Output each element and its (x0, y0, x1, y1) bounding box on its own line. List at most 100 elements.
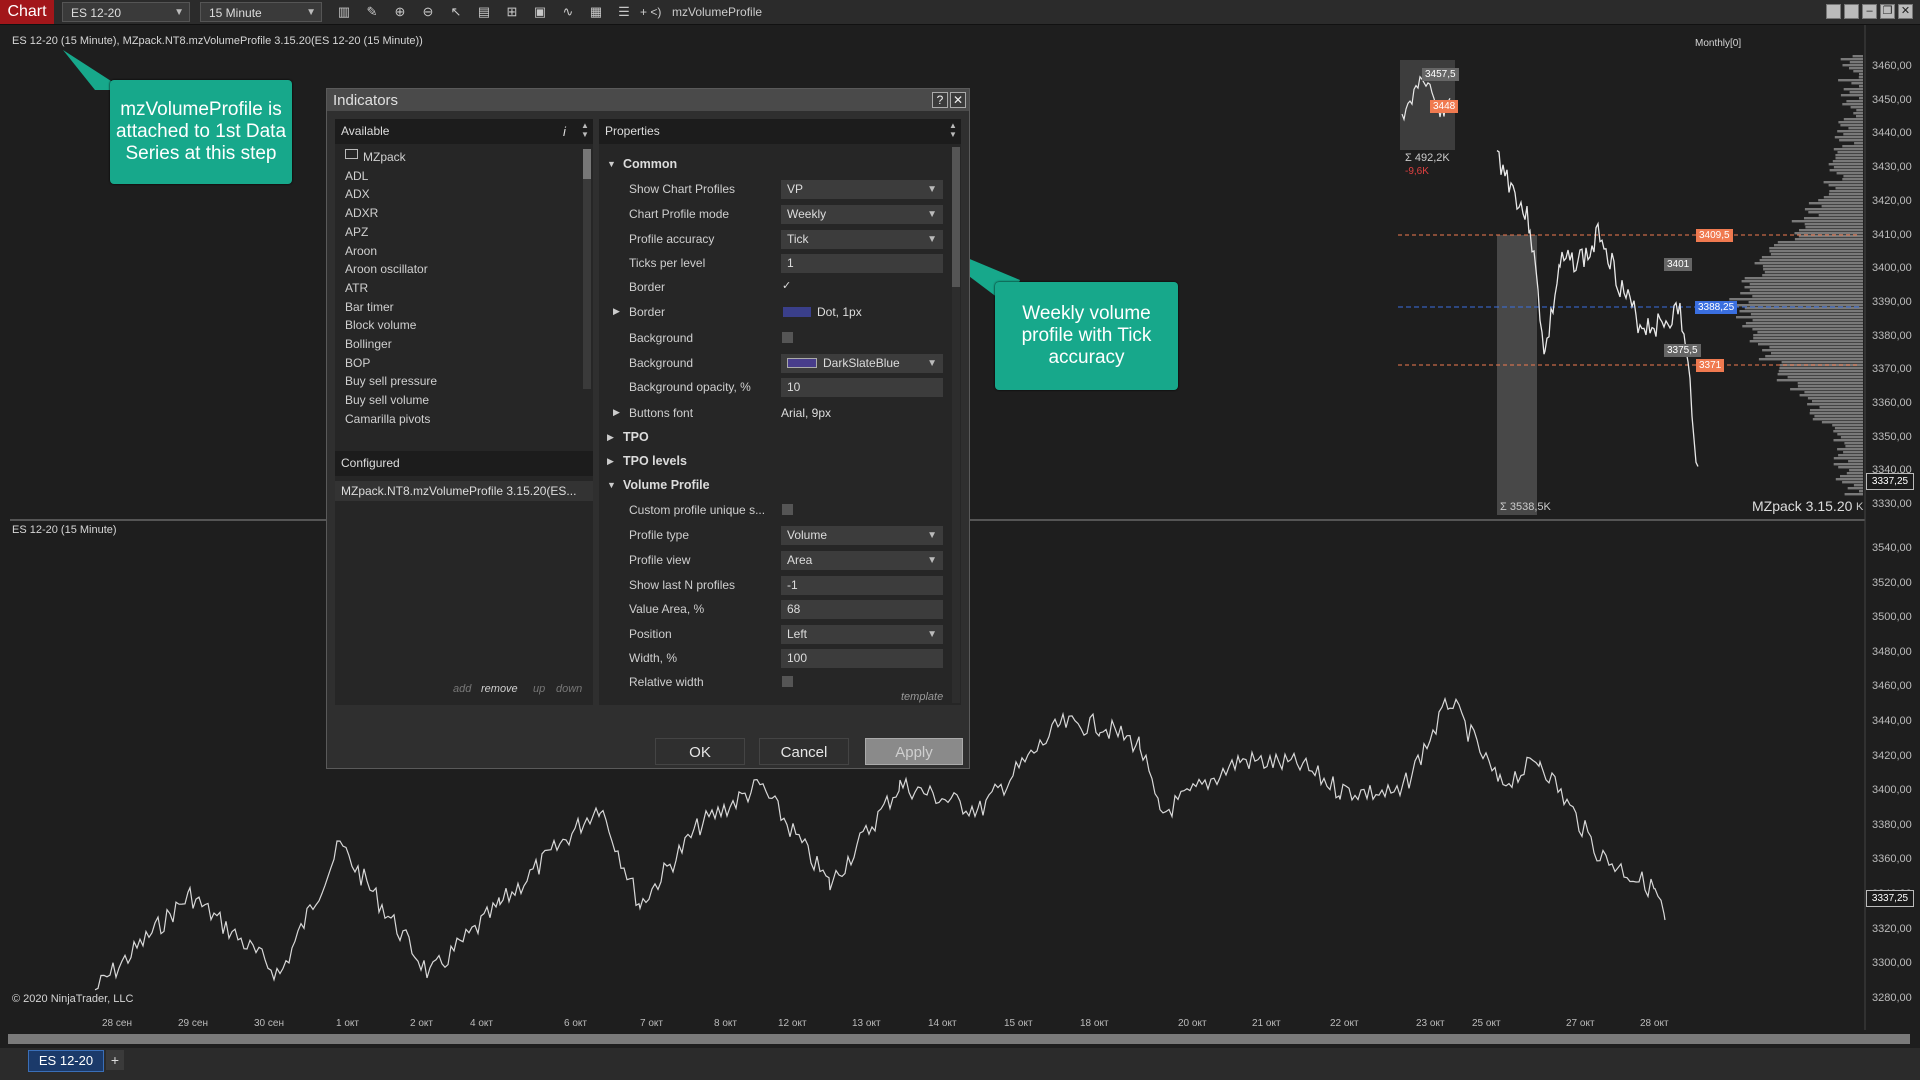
width-input[interactable]: 100 (781, 649, 943, 668)
dialog-titlebar[interactable]: Indicators ? ✕ (327, 89, 969, 111)
profile-type-select[interactable]: Volume ▼ (781, 526, 943, 545)
ticks-per-level-input[interactable]: 1 (781, 254, 943, 273)
zoom-in-icon[interactable]: ⊕ (392, 4, 408, 20)
chart-menu-button[interactable]: Chart (0, 0, 54, 24)
properties-header: Properties (599, 119, 961, 144)
background-opacity-input[interactable]: 10 (781, 378, 943, 397)
strategy-icon[interactable]: ▣ (532, 4, 548, 20)
available-folder-mzpack[interactable]: MZpack (363, 150, 406, 164)
available-item[interactable]: Bollinger (345, 337, 392, 351)
properties-icon[interactable]: ☰ (616, 4, 632, 20)
available-item[interactable]: ADL (345, 169, 368, 183)
help-icon[interactable]: ? (932, 92, 948, 108)
available-item[interactable]: ATR (345, 281, 368, 295)
window-link-icon[interactable]: ⊞ (504, 4, 520, 20)
window-option-icon[interactable] (1844, 4, 1859, 19)
relative-width-checkbox[interactable] (782, 676, 793, 687)
up-link[interactable]: up (533, 683, 545, 695)
border-checkbox[interactable]: ✓ (782, 279, 791, 292)
group-common[interactable]: Common (623, 157, 677, 171)
background-color-select[interactable]: DarkSlateBlue ▼ (781, 354, 943, 373)
profile-view-label: Profile view (629, 553, 691, 567)
available-item[interactable]: Camarilla pivots (345, 412, 430, 426)
instrument-tab[interactable]: ES 12-20 (28, 1050, 104, 1072)
available-item[interactable]: APZ (345, 225, 368, 239)
close-icon[interactable]: ✕ (1898, 4, 1913, 19)
available-item[interactable]: ADXR (345, 206, 378, 220)
chart-trader-icon[interactable]: ▦ (588, 4, 604, 20)
sort-arrows-icon[interactable]: ▲ ▼ (581, 121, 589, 139)
price-tick: 3440,00 (1872, 127, 1912, 140)
indicator-icon[interactable]: ∿ (560, 4, 576, 20)
border-color-swatch[interactable] (783, 307, 811, 317)
position-select[interactable]: Left ▼ (781, 625, 943, 644)
window-option-icon[interactable] (1826, 4, 1841, 19)
bar-type-icon[interactable]: ▥ (336, 4, 352, 20)
add-data-series-button[interactable]: + <) (640, 5, 661, 19)
collapsed-caret-icon[interactable]: ▶ (613, 306, 620, 317)
chart-profile-mode-select[interactable]: Weekly ▼ (781, 205, 943, 224)
profile-accuracy-select[interactable]: Tick ▼ (781, 230, 943, 249)
available-scrollbar[interactable] (583, 149, 591, 389)
zoom-out-icon[interactable]: ⊖ (420, 4, 436, 20)
available-item[interactable]: ADX (345, 187, 370, 201)
expanded-caret-icon[interactable]: ▼ (607, 480, 616, 490)
available-item[interactable]: Aroon oscillator (345, 262, 428, 276)
show-chart-profiles-select[interactable]: VP ▼ (781, 180, 943, 199)
date-tick: 25 окт (1472, 1018, 1501, 1029)
available-panel: Available i ▲ ▼ MZpack ADL ADX ADXR APZ Aroon A… (335, 119, 593, 705)
horizontal-scrollbar[interactable] (8, 1034, 1910, 1044)
apply-button[interactable]: Apply (865, 738, 963, 765)
collapsed-caret-icon[interactable]: ▶ (607, 432, 614, 443)
collapsed-caret-icon[interactable]: ▶ (607, 456, 614, 467)
available-item[interactable]: BOP (345, 356, 370, 370)
configured-item[interactable]: MZpack.NT8.mzVolumeProfile 3.15.20(ES... (335, 481, 593, 501)
data-box-icon[interactable]: ▤ (476, 4, 492, 20)
template-link[interactable]: template (901, 691, 943, 703)
available-item[interactable]: Block volume (345, 318, 416, 332)
ticks-per-level-label: Ticks per level (629, 256, 706, 270)
buttons-font-value[interactable]: Arial, 9px (781, 406, 831, 420)
drawing-tool-icon[interactable]: ✎ (364, 4, 380, 20)
available-item[interactable]: Bar timer (345, 300, 394, 314)
collapsed-caret-icon[interactable]: ▶ (613, 407, 620, 418)
position-value: Left (787, 627, 808, 641)
expanded-caret-icon[interactable]: ▼ (607, 159, 616, 169)
ok-button[interactable]: OK (655, 738, 745, 765)
value-area-input[interactable]: 68 (781, 600, 943, 619)
vah-label: 3409,5 (1696, 229, 1733, 242)
available-item[interactable]: Aroon (345, 244, 377, 258)
chevron-down-icon: ▼ (927, 629, 937, 640)
position-label: Position (629, 627, 672, 641)
close-icon[interactable]: ✕ (950, 92, 966, 108)
border-style-value[interactable]: Dot, 1px (817, 305, 862, 319)
chart-template-name: mzVolumeProfile (672, 5, 763, 19)
available-item[interactable]: Buy sell volume (345, 393, 429, 407)
down-link[interactable]: down (556, 683, 582, 695)
sort-arrows-icon[interactable]: ▲ ▼ (949, 121, 957, 139)
pointer-icon[interactable]: ↖ (448, 4, 464, 20)
cancel-button[interactable]: Cancel (759, 738, 849, 765)
remove-link[interactable]: remove (481, 683, 518, 695)
custom-profile-checkbox[interactable] (782, 504, 793, 515)
available-item[interactable]: Buy sell pressure (345, 374, 437, 388)
show-last-n-label: Show last N profiles (629, 578, 736, 592)
copyright-text: © 2020 NinjaTrader, LLC (12, 993, 134, 1005)
info-icon[interactable]: i (563, 124, 566, 139)
add-tab-button[interactable]: + (106, 1050, 124, 1070)
volume-sum-label: Σ 3538,5K (1500, 501, 1551, 513)
properties-scrollbar[interactable] (952, 147, 960, 703)
background-checkbox[interactable] (782, 332, 793, 343)
group-tpo[interactable]: TPO (623, 430, 649, 444)
maximize-icon[interactable]: ❐ (1880, 4, 1895, 19)
minimize-icon[interactable]: – (1862, 4, 1877, 19)
show-last-n-input[interactable]: -1 (781, 576, 943, 595)
group-tpo-levels[interactable]: TPO levels (623, 454, 687, 468)
group-volume-profile[interactable]: Volume Profile (623, 478, 710, 492)
interval-selector[interactable]: 15 Minute ▼ (200, 2, 322, 22)
configured-header: Configured (335, 451, 593, 476)
profile-view-select[interactable]: Area ▼ (781, 551, 943, 570)
instrument-selector[interactable]: ES 12-20 ▼ (62, 2, 190, 22)
price-tick: 3360,00 (1872, 853, 1912, 866)
add-link[interactable]: add (453, 683, 471, 695)
